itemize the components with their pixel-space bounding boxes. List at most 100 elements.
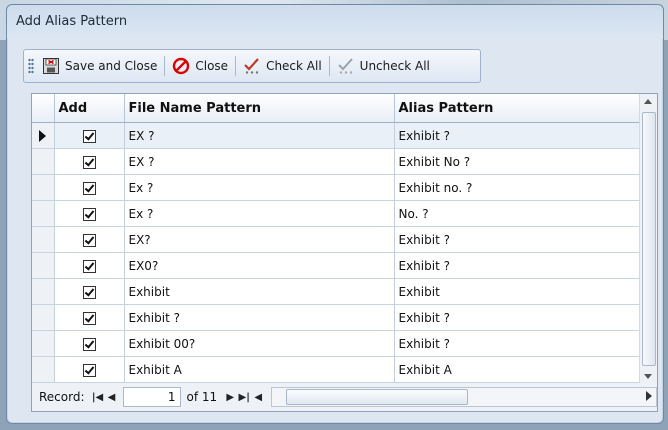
add-checkbox[interactable] — [82, 363, 96, 377]
add-cell — [54, 330, 125, 357]
grid-table: Add File Name Pattern Alias Pattern EX ?… — [32, 94, 641, 384]
add-cell — [54, 252, 125, 279]
file-name-cell[interactable]: EX ? — [124, 122, 395, 149]
file-name-cell[interactable]: Exhibit ? — [124, 304, 395, 331]
file-name-cell[interactable]: Ex ? — [124, 200, 395, 227]
file-name-cell[interactable]: Exhibit — [124, 278, 395, 305]
record-selector[interactable] — [32, 356, 55, 383]
window-title: Add Alias Pattern — [16, 14, 128, 29]
table-row[interactable]: Exhibit Exhibit — [32, 278, 641, 305]
alias-cell[interactable]: Exhibit ? — [394, 252, 641, 279]
file-name-cell[interactable]: Exhibit A — [124, 356, 395, 383]
toolbar-grip[interactable] — [28, 58, 34, 74]
table-row[interactable]: EX ? Exhibit ? — [32, 122, 641, 149]
table-row[interactable]: Ex ? Exhibit no. ? — [32, 174, 641, 201]
table-row[interactable]: Ex ? No. ? — [32, 200, 641, 227]
table-row[interactable]: Exhibit A Exhibit A — [32, 356, 641, 383]
scroll-right-icon[interactable] — [646, 391, 652, 401]
scroll-up-icon[interactable] — [644, 99, 652, 104]
alias-cell[interactable]: Exhibit — [394, 278, 641, 305]
record-selector[interactable] — [32, 278, 55, 305]
alias-cell[interactable]: Exhibit no. ? — [394, 174, 641, 201]
record-selector[interactable] — [32, 304, 55, 331]
check-all-button[interactable]: Check All — [238, 53, 327, 79]
vertical-scrollbar[interactable] — [639, 94, 657, 384]
alias-pattern-grid: Add File Name Pattern Alias Pattern EX ?… — [31, 93, 658, 385]
add-cell — [54, 148, 125, 175]
last-record-icon[interactable]: ▶| — [237, 389, 251, 405]
add-checkbox[interactable] — [82, 233, 96, 247]
vertical-scroll-thumb[interactable] — [642, 112, 656, 366]
previous-record-icon[interactable]: ◀ — [105, 389, 119, 405]
horizontal-scroll-thumb[interactable] — [286, 389, 469, 405]
toolbar: Save and Close Close Check All Uncheck A… — [23, 49, 481, 83]
grid-body: EX ? Exhibit ? EX ? Exhibit No ? Ex ? Exhibit… — [32, 122, 641, 384]
check-all-icon — [243, 57, 261, 75]
next-record-icon[interactable]: ▶ — [223, 389, 237, 405]
new-record-icon[interactable]: ◀ — [251, 389, 265, 405]
add-checkbox[interactable] — [82, 259, 96, 273]
dialog-window: Add Alias Pattern Save and Close Close C… — [6, 4, 664, 424]
record-selector[interactable] — [32, 148, 55, 175]
title-bar[interactable]: Add Alias Pattern — [7, 5, 663, 39]
alias-cell[interactable]: No. ? — [394, 200, 641, 227]
scroll-down-icon[interactable] — [644, 374, 652, 379]
add-checkbox[interactable] — [82, 155, 96, 169]
file-name-cell[interactable]: EX ? — [124, 148, 395, 175]
alias-cell[interactable]: Exhibit No ? — [394, 148, 641, 175]
table-row[interactable]: EX ? Exhibit No ? — [32, 148, 641, 175]
current-record-input[interactable]: 1 — [122, 387, 181, 407]
no-entry-icon — [172, 57, 190, 75]
file-name-cell[interactable]: EX? — [124, 226, 395, 253]
file-name-cell[interactable]: EX0? — [124, 252, 395, 279]
table-row[interactable]: Exhibit 00? Exhibit ? — [32, 330, 641, 357]
add-checkbox[interactable] — [82, 285, 96, 299]
table-row[interactable]: EX? Exhibit ? — [32, 226, 641, 253]
record-selector[interactable] — [32, 122, 55, 149]
uncheck-all-label: Uncheck All — [359, 59, 430, 73]
alias-cell[interactable]: Exhibit ? — [394, 122, 641, 149]
toolbar-separator — [164, 56, 166, 76]
record-selector[interactable] — [32, 330, 55, 357]
uncheck-all-icon — [337, 57, 355, 75]
record-selector-header[interactable] — [32, 94, 55, 123]
add-cell — [54, 226, 125, 253]
record-label: Record: — [39, 390, 85, 404]
add-column-header[interactable]: Add — [54, 94, 125, 123]
record-selector[interactable] — [32, 226, 55, 253]
save-icon — [42, 57, 60, 75]
alias-cell[interactable]: Exhibit ? — [394, 330, 641, 357]
record-navigation: Record: |◀ ◀ 1 of 11 ▶ ▶| ◀ — [31, 383, 658, 412]
add-checkbox[interactable] — [82, 207, 96, 221]
record-selector[interactable] — [32, 200, 55, 227]
add-checkbox[interactable] — [82, 181, 96, 195]
add-cell — [54, 304, 125, 331]
add-checkbox[interactable] — [82, 337, 96, 351]
alias-cell[interactable]: Exhibit ? — [394, 226, 641, 253]
record-selector[interactable] — [32, 252, 55, 279]
table-row[interactable]: Exhibit ? Exhibit ? — [32, 304, 641, 331]
file-name-column-header[interactable]: File Name Pattern — [124, 94, 395, 123]
header-row: Add File Name Pattern Alias Pattern — [32, 94, 641, 123]
horizontal-scrollbar[interactable] — [271, 387, 657, 407]
add-checkbox[interactable] — [82, 311, 96, 325]
record-count: of 11 — [186, 390, 218, 404]
table-row[interactable]: EX0? Exhibit ? — [32, 252, 641, 279]
save-and-close-button[interactable]: Save and Close — [37, 53, 162, 79]
file-name-cell[interactable]: Exhibit 00? — [124, 330, 395, 357]
uncheck-all-button[interactable]: Uncheck All — [332, 53, 435, 79]
alias-cell[interactable]: Exhibit A — [394, 356, 641, 383]
close-label: Close — [195, 59, 229, 73]
toolbar-separator — [328, 56, 330, 76]
add-cell — [54, 122, 125, 149]
record-selector[interactable] — [32, 174, 55, 201]
add-checkbox[interactable] — [82, 129, 96, 143]
add-cell — [54, 356, 125, 383]
check-all-label: Check All — [266, 59, 322, 73]
close-button[interactable]: Close — [167, 53, 233, 79]
file-name-cell[interactable]: Ex ? — [124, 174, 395, 201]
first-record-icon[interactable]: |◀ — [91, 389, 105, 405]
add-cell — [54, 278, 125, 305]
alias-cell[interactable]: Exhibit ? — [394, 304, 641, 331]
alias-column-header[interactable]: Alias Pattern — [394, 94, 641, 123]
